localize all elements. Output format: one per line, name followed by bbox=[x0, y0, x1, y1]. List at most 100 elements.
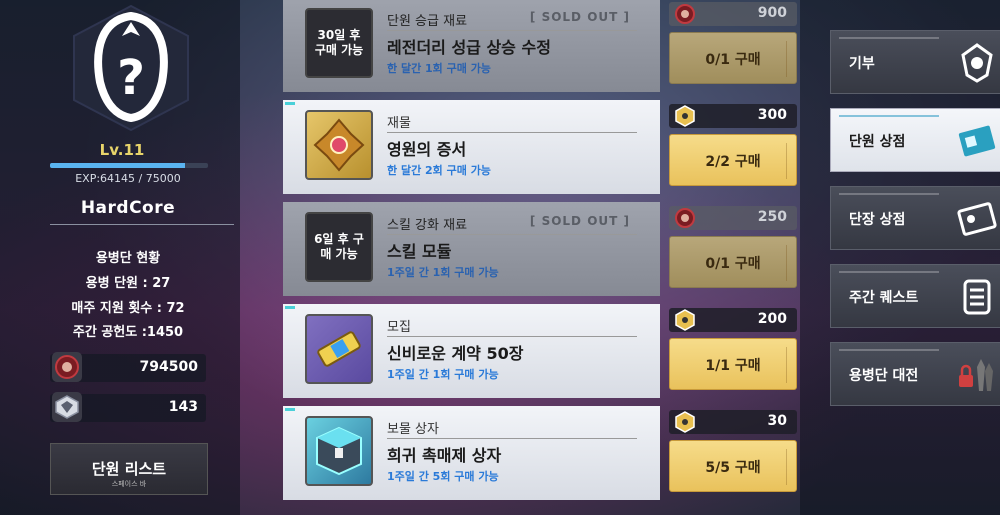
medal-price-icon bbox=[673, 0, 697, 28]
price-value: 900 bbox=[757, 5, 787, 21]
item-name: 레전더리 성급 상승 수정 bbox=[387, 38, 551, 57]
buy-label: 2/2 구매 bbox=[705, 154, 761, 170]
player-name: HardCore bbox=[80, 198, 176, 218]
menu-label: 주간 퀘스트 bbox=[849, 290, 919, 306]
divider bbox=[50, 224, 234, 225]
badge-price-icon bbox=[673, 408, 697, 436]
menu-leader-shop[interactable]: 단장 상점 bbox=[830, 186, 1000, 250]
accent-mark bbox=[285, 102, 295, 105]
accent-mark bbox=[285, 306, 295, 309]
shop-item-card[interactable]: 30일 후 구매 가능 단원 승급 재료 [ SOLD OUT ] 레전더리 성… bbox=[283, 0, 660, 92]
donation-crest-icon bbox=[957, 41, 997, 85]
item-category: 단원 승급 재료 bbox=[387, 14, 468, 29]
buy-label: 1/1 구매 bbox=[705, 358, 761, 374]
divider bbox=[387, 234, 637, 235]
contract-ticket-icon bbox=[305, 314, 373, 384]
button-stripe bbox=[786, 449, 792, 485]
buy-button[interactable]: 0/1 구매 bbox=[669, 32, 797, 84]
member-list-button[interactable]: 단원 리스트 스페이스 바 bbox=[50, 443, 208, 495]
buy-button[interactable]: 5/5 구매 bbox=[669, 440, 797, 492]
buy-button[interactable]: 1/1 구매 bbox=[669, 338, 797, 390]
buy-button[interactable]: 0/1 구매 bbox=[669, 236, 797, 288]
menu-guild-battle[interactable]: 용병단 대전 bbox=[830, 342, 1000, 406]
accent-mark bbox=[285, 408, 295, 411]
button-stripe bbox=[786, 245, 792, 281]
shop-item-row: 재물 영원의 증서 한 달간 2회 구매 가능 300 2/2 구매 bbox=[283, 100, 803, 194]
item-category: 모집 bbox=[387, 320, 411, 335]
menu-deco bbox=[839, 271, 939, 277]
item-limit: 1주일 간 1회 구매 가능 bbox=[387, 266, 499, 279]
svg-text:?: ? bbox=[117, 50, 145, 106]
shop-item-row: 6일 후 구매 가능 스킬 강화 재료 [ SOLD OUT ] 스킬 모듈 1… bbox=[283, 202, 803, 296]
currency-medal-value: 794500 bbox=[139, 359, 198, 375]
shop-item-card[interactable]: 모집 신비로운 계약 50장 1주일 간 1회 구매 가능 bbox=[283, 304, 660, 398]
price-box: 900 bbox=[669, 2, 797, 26]
buy-label: 5/5 구매 bbox=[705, 460, 761, 476]
side-menu: 기부 단원 상점 단장 상점 주간 퀘스트 용병단 대전 bbox=[830, 0, 1000, 515]
price-value: 250 bbox=[757, 209, 787, 225]
item-limit: 한 달간 1회 구매 가능 bbox=[387, 62, 491, 75]
currency-badge-value: 143 bbox=[168, 399, 198, 415]
currency-row-badge: 143 bbox=[50, 392, 206, 422]
item-limit: 1주일 간 5회 구매 가능 bbox=[387, 470, 499, 483]
shop-item-card[interactable]: 6일 후 구매 가능 스킬 강화 재료 [ SOLD OUT ] 스킬 모듈 1… bbox=[283, 202, 660, 296]
red-medal-icon bbox=[52, 352, 82, 382]
badge-price-icon bbox=[673, 306, 697, 334]
divider bbox=[387, 336, 637, 337]
price-box: 200 bbox=[669, 308, 797, 332]
treasure-box-icon bbox=[305, 416, 373, 486]
item-category: 재물 bbox=[387, 116, 411, 131]
stat-weekly-support: 매주 지원 횟수 : 72 bbox=[71, 301, 185, 316]
shop-item-row: 모집 신비로운 계약 50장 1주일 간 1회 구매 가능 200 1/1 구매 bbox=[283, 304, 803, 398]
divider bbox=[387, 132, 637, 133]
sold-out-badge: [ SOLD OUT ] bbox=[529, 10, 630, 24]
item-name: 스킬 모듈 bbox=[387, 242, 452, 261]
locked-thumb: 30일 후 구매 가능 bbox=[305, 8, 373, 78]
avatar[interactable]: ? bbox=[66, 2, 196, 134]
member-list-label: 단원 리스트 bbox=[91, 460, 167, 478]
exp-fill bbox=[50, 163, 186, 168]
menu-member-shop[interactable]: 단원 상점 bbox=[830, 108, 1000, 172]
price-value: 300 bbox=[757, 107, 787, 123]
menu-deco bbox=[839, 37, 939, 43]
shop-list[interactable]: 30일 후 구매 가능 단원 승급 재료 [ SOLD OUT ] 레전더리 성… bbox=[283, 0, 803, 515]
menu-deco bbox=[839, 349, 939, 355]
menu-label: 단장 상점 bbox=[849, 212, 906, 228]
buy-button[interactable]: 2/2 구매 bbox=[669, 134, 797, 186]
shop-item-row: 30일 후 구매 가능 단원 승급 재료 [ SOLD OUT ] 레전더리 성… bbox=[283, 0, 803, 92]
member-list-hotkey: 스페이스 바 bbox=[111, 480, 147, 488]
stat-members: 용병 단원 : 27 bbox=[85, 276, 171, 291]
player-level: Lv.11 bbox=[99, 141, 145, 159]
menu-label: 용병단 대전 bbox=[849, 368, 919, 384]
item-name: 희귀 촉매제 상자 bbox=[387, 446, 502, 465]
item-category: 스킬 강화 재료 bbox=[387, 218, 468, 233]
menu-donation[interactable]: 기부 bbox=[830, 30, 1000, 94]
divider bbox=[387, 30, 637, 31]
locked-battle-icon bbox=[957, 353, 997, 397]
profile-panel: ? Lv.11 EXP:64145 / 75000 HardCore 용병단 현… bbox=[42, 0, 242, 515]
price-box: 250 bbox=[669, 206, 797, 230]
menu-deco bbox=[839, 115, 939, 121]
member-card-icon bbox=[957, 119, 997, 163]
price-value: 200 bbox=[757, 311, 787, 327]
shop-item-card[interactable]: 재물 영원의 증서 한 달간 2회 구매 가능 bbox=[283, 100, 660, 194]
silver-badge-icon bbox=[52, 392, 82, 422]
stat-weekly-contribution: 주간 공헌도 :1450 bbox=[72, 325, 184, 340]
item-limit: 한 달간 2회 구매 가능 bbox=[387, 164, 491, 177]
item-category: 보물 상자 bbox=[387, 422, 439, 437]
buy-label: 0/1 구매 bbox=[705, 52, 761, 68]
button-stripe bbox=[786, 41, 792, 77]
menu-deco bbox=[839, 193, 939, 199]
currency-row-medal: 794500 bbox=[50, 352, 206, 382]
menu-weekly-quest[interactable]: 주간 퀘스트 bbox=[830, 264, 1000, 328]
price-box: 30 bbox=[669, 410, 797, 434]
checklist-icon bbox=[957, 275, 997, 319]
item-limit: 1주일 간 1회 구매 가능 bbox=[387, 368, 499, 381]
badge-price-icon bbox=[673, 102, 697, 130]
exp-text: EXP:64145 / 75000 bbox=[75, 172, 181, 185]
medal-price-icon bbox=[673, 204, 697, 232]
shop-item-card[interactable]: 보물 상자 희귀 촉매제 상자 1주일 간 5회 구매 가능 bbox=[283, 406, 660, 500]
leader-card-icon bbox=[957, 197, 997, 241]
price-box: 300 bbox=[669, 104, 797, 128]
menu-label: 단원 상점 bbox=[849, 134, 906, 150]
